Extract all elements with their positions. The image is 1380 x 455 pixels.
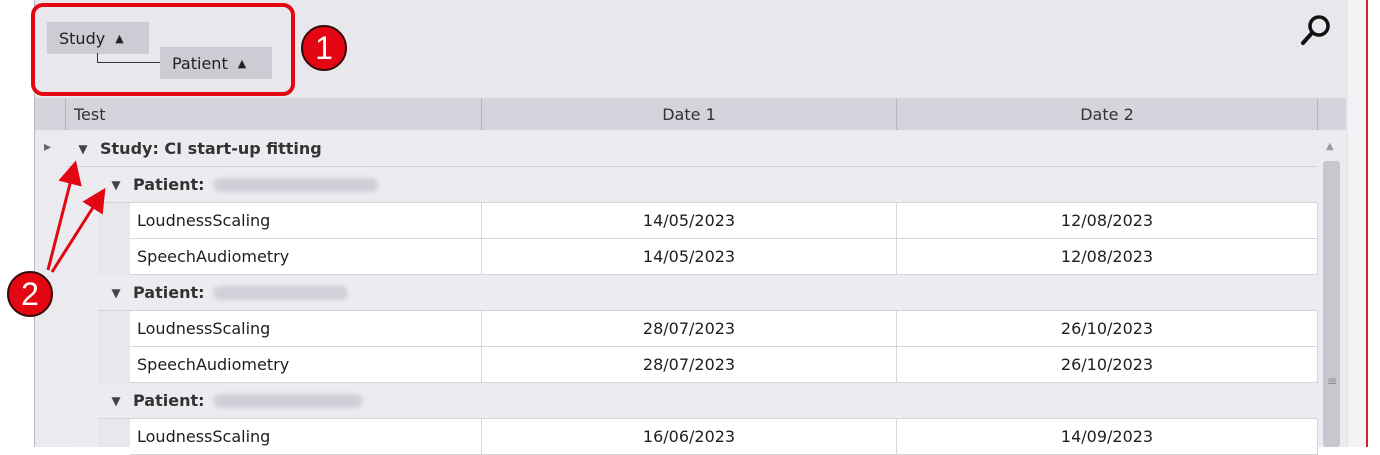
cell-test[interactable]: LoudnessScaling <box>130 419 482 455</box>
callout-arrows <box>46 160 106 273</box>
cell-date2[interactable]: 14/09/2023 <box>897 419 1318 455</box>
cell-date1[interactable]: 14/05/2023 <box>482 239 897 275</box>
column-header-label: Date 2 <box>1080 104 1134 124</box>
group-row-patient[interactable]: ▼ Patient: <box>98 383 1318 419</box>
cell-date1[interactable]: 28/07/2023 <box>482 347 897 383</box>
group-row-label: Patient: <box>133 283 205 302</box>
cell-date2[interactable]: 12/08/2023 <box>897 203 1318 239</box>
column-header-date1[interactable]: Date 1 <box>482 98 897 130</box>
cell-date2[interactable]: 12/08/2023 <box>897 239 1318 275</box>
cell-date2[interactable]: 26/10/2023 <box>897 311 1318 347</box>
cell-date1[interactable]: 16/06/2023 <box>482 419 897 455</box>
cell-test[interactable]: LoudnessScaling <box>130 203 482 239</box>
group-row-patient[interactable]: ▼ Patient: <box>98 275 1318 311</box>
scrollbar-thumb[interactable]: ≡ <box>1323 161 1340 447</box>
cell-date1[interactable]: 28/07/2023 <box>482 311 897 347</box>
cell-test[interactable]: LoudnessScaling <box>130 311 482 347</box>
group-row-label: Patient: <box>133 175 205 194</box>
right-strip <box>1348 0 1366 447</box>
redacted-patient-name <box>212 177 378 192</box>
header-spacer <box>1318 98 1346 130</box>
column-header-date2[interactable]: Date 2 <box>897 98 1318 130</box>
cell-test[interactable]: SpeechAudiometry <box>130 347 482 383</box>
callout-badge-2: 2 <box>7 271 53 317</box>
search-icon[interactable] <box>1299 12 1335 48</box>
callout-badge-1: 1 <box>301 25 347 71</box>
vertical-scrollbar[interactable]: ▲ ≡ <box>1318 131 1346 447</box>
collapse-icon[interactable]: ▼ <box>103 394 129 408</box>
redacted-patient-name <box>212 393 363 408</box>
column-header-label: Date 1 <box>662 104 716 124</box>
cell-test[interactable]: SpeechAudiometry <box>130 239 482 275</box>
group-row-label: Patient: <box>133 391 205 410</box>
right-edge-bg <box>1368 0 1380 447</box>
grip-icon: ≡ <box>1327 374 1338 388</box>
group-row-study[interactable]: ▼ Study: CI start-up fitting <box>66 131 1318 167</box>
group-row-patient[interactable]: ▼ Patient: <box>98 167 1318 203</box>
cell-date2[interactable]: 26/10/2023 <box>897 347 1318 383</box>
redacted-patient-name <box>212 285 348 300</box>
cell-date1[interactable]: 14/05/2023 <box>482 203 897 239</box>
scroll-up-icon[interactable]: ▲ <box>1326 141 1334 152</box>
